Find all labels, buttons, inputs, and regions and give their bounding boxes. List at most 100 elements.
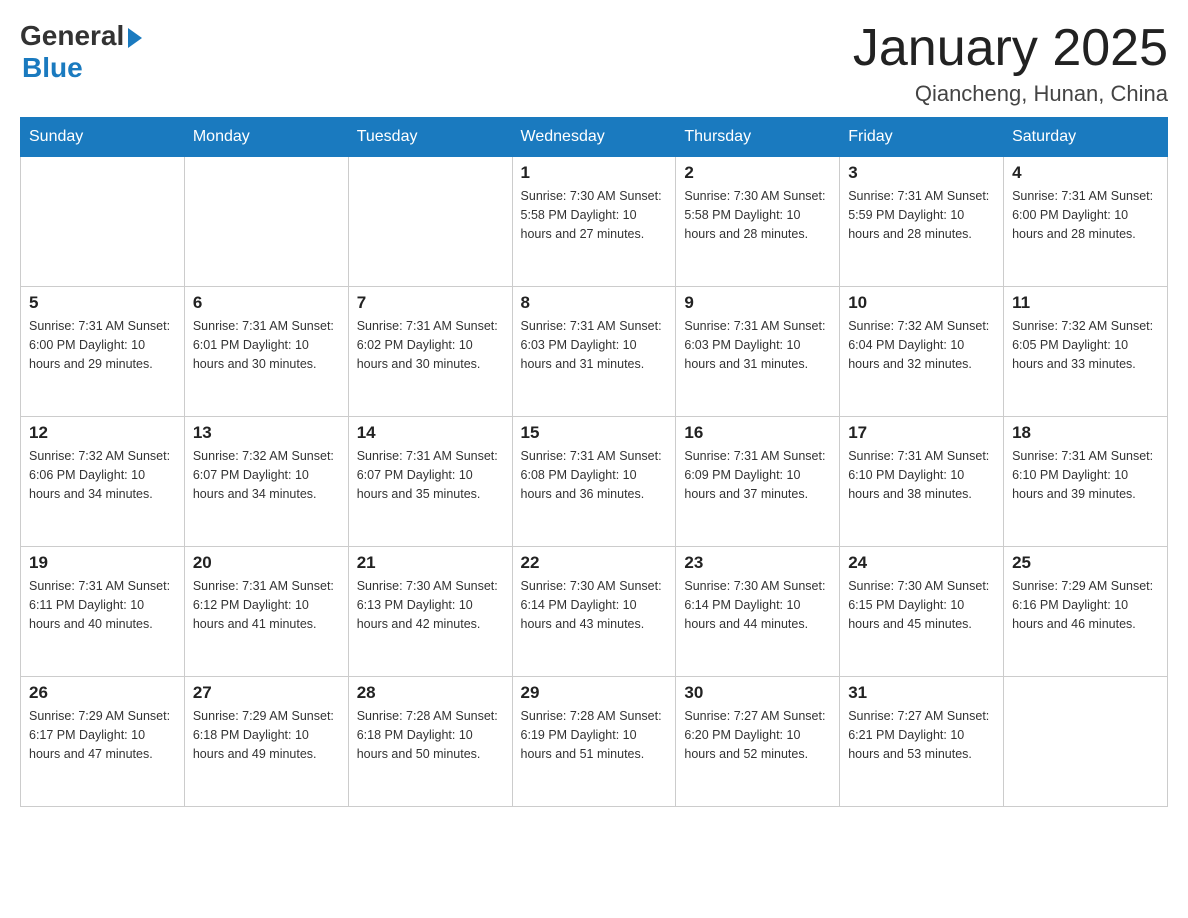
day-number: 3 bbox=[848, 163, 995, 183]
day-number: 20 bbox=[193, 553, 340, 573]
calendar-cell: 30 Sunrise: 7:27 AM Sunset: 6:20 PM Dayli… bbox=[676, 677, 840, 807]
calendar-cell: 16Sunrise: 7:31 AM Sunset: 6:09 PM Dayli… bbox=[676, 417, 840, 547]
day-info: Sunrise: 7:31 AM Sunset: 6:01 PM Dayligh… bbox=[193, 317, 340, 373]
day-info: Sunrise: 7:32 AM Sunset: 6:04 PM Dayligh… bbox=[848, 317, 995, 373]
day-info: Sunrise: 7:30 AM Sunset: 6:14 PM Dayligh… bbox=[684, 577, 831, 633]
calendar-cell: 17 Sunrise: 7:31 AM Sunset: 6:10 PM Dayli… bbox=[840, 417, 1004, 547]
day-info: Sunrise: 7:29 AM Sunset: 6:18 PM Dayligh… bbox=[193, 707, 340, 763]
calendar-cell: 24Sunrise: 7:30 AM Sunset: 6:15 PM Dayli… bbox=[840, 547, 1004, 677]
day-number: 28 bbox=[357, 683, 504, 703]
calendar-cell bbox=[348, 157, 512, 287]
day-number: 26 bbox=[29, 683, 176, 703]
calendar-cell: 11 Sunrise: 7:32 AM Sunset: 6:05 PM Dayli… bbox=[1004, 287, 1168, 417]
day-number: 4 bbox=[1012, 163, 1159, 183]
day-info: Sunrise: 7:28 AM Sunset: 6:18 PM Dayligh… bbox=[357, 707, 504, 763]
day-number: 5 bbox=[29, 293, 176, 313]
calendar-header-thursday: Thursday bbox=[676, 118, 840, 157]
calendar-cell: 6 Sunrise: 7:31 AM Sunset: 6:01 PM Daylig… bbox=[184, 287, 348, 417]
day-number: 27 bbox=[193, 683, 340, 703]
calendar-cell: 3 Sunrise: 7:31 AM Sunset: 5:59 PM Daylig… bbox=[840, 157, 1004, 287]
day-info: Sunrise: 7:31 AM Sunset: 6:11 PM Dayligh… bbox=[29, 577, 176, 633]
logo-arrow-icon bbox=[128, 28, 142, 48]
day-info: Sunrise: 7:31 AM Sunset: 6:00 PM Dayligh… bbox=[1012, 187, 1159, 243]
logo-general-text: General bbox=[20, 20, 124, 52]
day-info: Sunrise: 7:30 AM Sunset: 6:13 PM Dayligh… bbox=[357, 577, 504, 633]
day-number: 11 bbox=[1012, 293, 1159, 313]
calendar-cell: 14 Sunrise: 7:31 AM Sunset: 6:07 PM Dayli… bbox=[348, 417, 512, 547]
day-number: 2 bbox=[684, 163, 831, 183]
calendar-cell: 15Sunrise: 7:31 AM Sunset: 6:08 PM Dayli… bbox=[512, 417, 676, 547]
calendar-cell: 7 Sunrise: 7:31 AM Sunset: 6:02 PM Daylig… bbox=[348, 287, 512, 417]
day-info: Sunrise: 7:32 AM Sunset: 6:05 PM Dayligh… bbox=[1012, 317, 1159, 373]
calendar-cell: 5Sunrise: 7:31 AM Sunset: 6:00 PM Daylig… bbox=[21, 287, 185, 417]
day-info: Sunrise: 7:30 AM Sunset: 5:58 PM Dayligh… bbox=[521, 187, 668, 243]
calendar-header-sunday: Sunday bbox=[21, 118, 185, 157]
day-info: Sunrise: 7:31 AM Sunset: 6:10 PM Dayligh… bbox=[848, 447, 995, 503]
calendar-header-friday: Friday bbox=[840, 118, 1004, 157]
calendar-week-row-3: 12Sunrise: 7:32 AM Sunset: 6:06 PM Dayli… bbox=[21, 417, 1168, 547]
calendar-cell: 19 Sunrise: 7:31 AM Sunset: 6:11 PM Dayli… bbox=[21, 547, 185, 677]
month-title: January 2025 bbox=[853, 20, 1168, 77]
calendar-week-row-5: 26Sunrise: 7:29 AM Sunset: 6:17 PM Dayli… bbox=[21, 677, 1168, 807]
day-info: Sunrise: 7:31 AM Sunset: 6:08 PM Dayligh… bbox=[521, 447, 668, 503]
calendar-cell: 18Sunrise: 7:31 AM Sunset: 6:10 PM Dayli… bbox=[1004, 417, 1168, 547]
calendar-header-wednesday: Wednesday bbox=[512, 118, 676, 157]
day-number: 23 bbox=[684, 553, 831, 573]
day-info: Sunrise: 7:29 AM Sunset: 6:16 PM Dayligh… bbox=[1012, 577, 1159, 633]
calendar-header-monday: Monday bbox=[184, 118, 348, 157]
logo-blue-text: Blue bbox=[22, 52, 83, 84]
day-info: Sunrise: 7:32 AM Sunset: 6:07 PM Dayligh… bbox=[193, 447, 340, 503]
day-info: Sunrise: 7:31 AM Sunset: 5:59 PM Dayligh… bbox=[848, 187, 995, 243]
calendar-cell: 25 Sunrise: 7:29 AM Sunset: 6:16 PM Dayli… bbox=[1004, 547, 1168, 677]
day-number: 30 bbox=[684, 683, 831, 703]
day-info: Sunrise: 7:27 AM Sunset: 6:21 PM Dayligh… bbox=[848, 707, 995, 763]
calendar-cell: 2 Sunrise: 7:30 AM Sunset: 5:58 PM Daylig… bbox=[676, 157, 840, 287]
title-section: January 2025 Qiancheng, Hunan, China bbox=[853, 20, 1168, 107]
day-info: Sunrise: 7:31 AM Sunset: 6:02 PM Dayligh… bbox=[357, 317, 504, 373]
calendar-cell bbox=[21, 157, 185, 287]
calendar-cell: 27 Sunrise: 7:29 AM Sunset: 6:18 PM Dayli… bbox=[184, 677, 348, 807]
day-number: 14 bbox=[357, 423, 504, 443]
day-info: Sunrise: 7:31 AM Sunset: 6:03 PM Dayligh… bbox=[521, 317, 668, 373]
calendar-header-saturday: Saturday bbox=[1004, 118, 1168, 157]
day-info: Sunrise: 7:31 AM Sunset: 6:09 PM Dayligh… bbox=[684, 447, 831, 503]
calendar-cell: 4 Sunrise: 7:31 AM Sunset: 6:00 PM Daylig… bbox=[1004, 157, 1168, 287]
day-number: 24 bbox=[848, 553, 995, 573]
calendar-header-tuesday: Tuesday bbox=[348, 118, 512, 157]
day-info: Sunrise: 7:30 AM Sunset: 6:14 PM Dayligh… bbox=[521, 577, 668, 633]
calendar-cell bbox=[1004, 677, 1168, 807]
day-number: 31 bbox=[848, 683, 995, 703]
day-number: 21 bbox=[357, 553, 504, 573]
day-number: 17 bbox=[848, 423, 995, 443]
calendar-header-row: SundayMondayTuesdayWednesdayThursdayFrid… bbox=[21, 118, 1168, 157]
calendar-week-row-4: 19 Sunrise: 7:31 AM Sunset: 6:11 PM Dayli… bbox=[21, 547, 1168, 677]
page-header: General Blue January 2025 Qiancheng, Hun… bbox=[20, 20, 1168, 107]
day-number: 22 bbox=[521, 553, 668, 573]
calendar-week-row-2: 5Sunrise: 7:31 AM Sunset: 6:00 PM Daylig… bbox=[21, 287, 1168, 417]
calendar-cell: 13 Sunrise: 7:32 AM Sunset: 6:07 PM Dayli… bbox=[184, 417, 348, 547]
day-number: 19 bbox=[29, 553, 176, 573]
day-number: 8 bbox=[521, 293, 668, 313]
calendar-week-row-1: 1 Sunrise: 7:30 AM Sunset: 5:58 PM Daylig… bbox=[21, 157, 1168, 287]
calendar-cell: 9 Sunrise: 7:31 AM Sunset: 6:03 PM Daylig… bbox=[676, 287, 840, 417]
day-number: 12 bbox=[29, 423, 176, 443]
day-info: Sunrise: 7:31 AM Sunset: 6:03 PM Dayligh… bbox=[684, 317, 831, 373]
calendar-cell: 23 Sunrise: 7:30 AM Sunset: 6:14 PM Dayli… bbox=[676, 547, 840, 677]
calendar-cell: 22 Sunrise: 7:30 AM Sunset: 6:14 PM Dayli… bbox=[512, 547, 676, 677]
calendar-cell bbox=[184, 157, 348, 287]
calendar-cell: 21 Sunrise: 7:30 AM Sunset: 6:13 PM Dayli… bbox=[348, 547, 512, 677]
calendar-cell: 12Sunrise: 7:32 AM Sunset: 6:06 PM Dayli… bbox=[21, 417, 185, 547]
calendar-cell: 29Sunrise: 7:28 AM Sunset: 6:19 PM Dayli… bbox=[512, 677, 676, 807]
day-number: 7 bbox=[357, 293, 504, 313]
day-number: 6 bbox=[193, 293, 340, 313]
day-number: 13 bbox=[193, 423, 340, 443]
day-number: 25 bbox=[1012, 553, 1159, 573]
day-info: Sunrise: 7:31 AM Sunset: 6:07 PM Dayligh… bbox=[357, 447, 504, 503]
day-info: Sunrise: 7:31 AM Sunset: 6:12 PM Dayligh… bbox=[193, 577, 340, 633]
day-number: 1 bbox=[521, 163, 668, 183]
calendar-cell: 26Sunrise: 7:29 AM Sunset: 6:17 PM Dayli… bbox=[21, 677, 185, 807]
day-info: Sunrise: 7:27 AM Sunset: 6:20 PM Dayligh… bbox=[684, 707, 831, 763]
day-info: Sunrise: 7:30 AM Sunset: 5:58 PM Dayligh… bbox=[684, 187, 831, 243]
day-number: 9 bbox=[684, 293, 831, 313]
calendar-cell: 28 Sunrise: 7:28 AM Sunset: 6:18 PM Dayli… bbox=[348, 677, 512, 807]
